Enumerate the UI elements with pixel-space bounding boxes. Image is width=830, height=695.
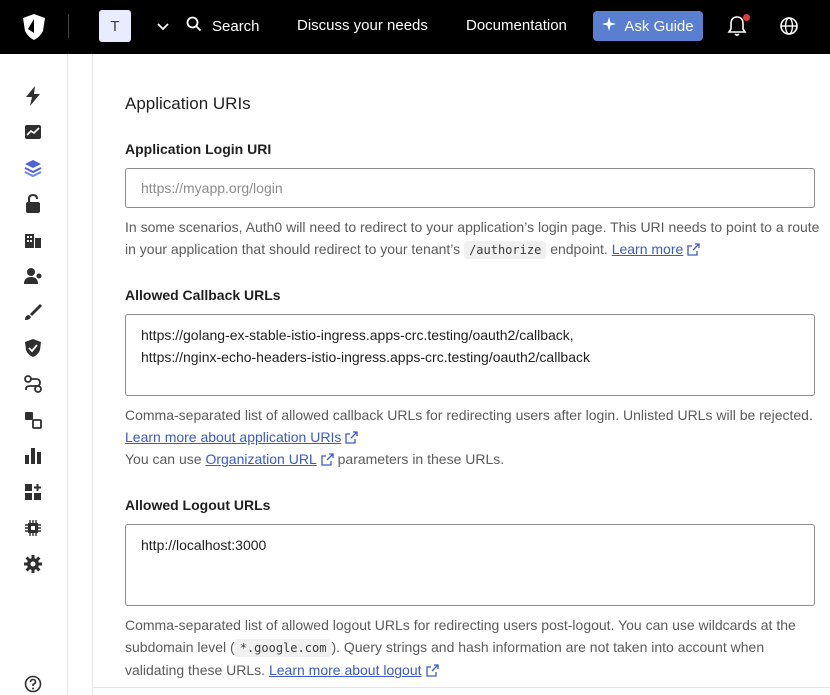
applications-icon[interactable] [22, 157, 44, 179]
logout-url-line: http://localhost:3000 [141, 537, 267, 553]
sidebar [0, 54, 68, 695]
chevron-down-icon[interactable] [154, 17, 172, 35]
external-link-icon [425, 661, 439, 677]
user-management-icon[interactable] [22, 265, 44, 287]
external-link-icon [687, 240, 700, 256]
callback-urls-textarea[interactable]: https://golang-ex-stable-istio-ingress.a… [125, 314, 815, 396]
branding-icon[interactable] [22, 301, 44, 323]
help-icon[interactable] [22, 673, 44, 695]
logout-urls-help: Comma-separated list of allowed logout U… [125, 614, 825, 681]
documentation-link[interactable]: Documentation [466, 17, 567, 34]
auth-pipeline-icon[interactable] [22, 409, 44, 431]
security-icon[interactable] [22, 337, 44, 359]
main-content: Application URIs Application Login URI h… [93, 54, 830, 695]
marketplace-icon[interactable] [22, 481, 44, 503]
logout-urls-textarea[interactable]: http://localhost:3000 [125, 524, 815, 606]
callback-url-line: https://nginx-echo-headers-istio-ingress… [141, 349, 591, 365]
search-button[interactable]: Search [186, 14, 260, 38]
callback-url-line: https://golang-ex-stable-istio-ingress.a… [141, 327, 574, 343]
external-link-icon [321, 450, 334, 466]
settings-icon[interactable] [22, 553, 44, 575]
content-gutter [68, 54, 93, 695]
tenant-avatar[interactable]: T [99, 10, 131, 42]
help-text: You can use [125, 451, 206, 467]
help-text: Comma-separated list of allowed callback… [125, 407, 813, 423]
divider [68, 14, 69, 38]
login-uri-label: Application Login URI [125, 141, 272, 157]
sparkle-icon [602, 17, 617, 35]
bolt-icon[interactable] [22, 85, 44, 107]
divider [93, 687, 830, 688]
search-label: Search [212, 17, 260, 35]
monitoring-icon[interactable] [22, 445, 44, 467]
login-uri-input[interactable]: https://myapp.org/login [125, 168, 815, 208]
top-navigation-bar: T Search Discuss your needs Documentatio… [0, 0, 830, 54]
section-title: Application URIs [125, 94, 251, 113]
help-text: endpoint. [546, 241, 612, 257]
learn-more-link[interactable]: Learn more [612, 241, 684, 257]
logout-urls-label: Allowed Logout URLs [125, 497, 271, 513]
organizations-icon[interactable] [22, 229, 44, 251]
help-text: parameters in these URLs. [333, 451, 505, 467]
wildcard-code: *.google.com [234, 639, 332, 657]
authentication-icon[interactable] [22, 193, 44, 215]
notification-dot [743, 14, 750, 21]
learn-more-application-uris-link[interactable]: Learn more about application URIs [125, 429, 341, 445]
ask-guide-label: Ask Guide [624, 17, 694, 35]
learn-more-about-logout-link[interactable]: Learn more about logout [269, 662, 422, 678]
activity-chart-icon[interactable] [22, 121, 44, 143]
callback-urls-help: Comma-separated list of allowed callback… [125, 404, 825, 470]
auth0-logo-icon[interactable] [20, 12, 48, 42]
search-icon [186, 16, 202, 36]
actions-icon[interactable] [22, 373, 44, 395]
globe-icon[interactable] [779, 16, 799, 36]
external-link-icon [345, 428, 358, 444]
authorize-code: /authorize [464, 241, 547, 259]
extensions-icon[interactable] [22, 517, 44, 539]
discuss-your-needs-link[interactable]: Discuss your needs [297, 17, 428, 34]
callback-urls-label: Allowed Callback URLs [125, 287, 281, 303]
organization-url-link[interactable]: Organization URL [205, 451, 316, 467]
login-uri-help: In some scenarios, Auth0 will need to re… [125, 216, 825, 261]
ask-guide-button[interactable]: Ask Guide [593, 11, 703, 41]
